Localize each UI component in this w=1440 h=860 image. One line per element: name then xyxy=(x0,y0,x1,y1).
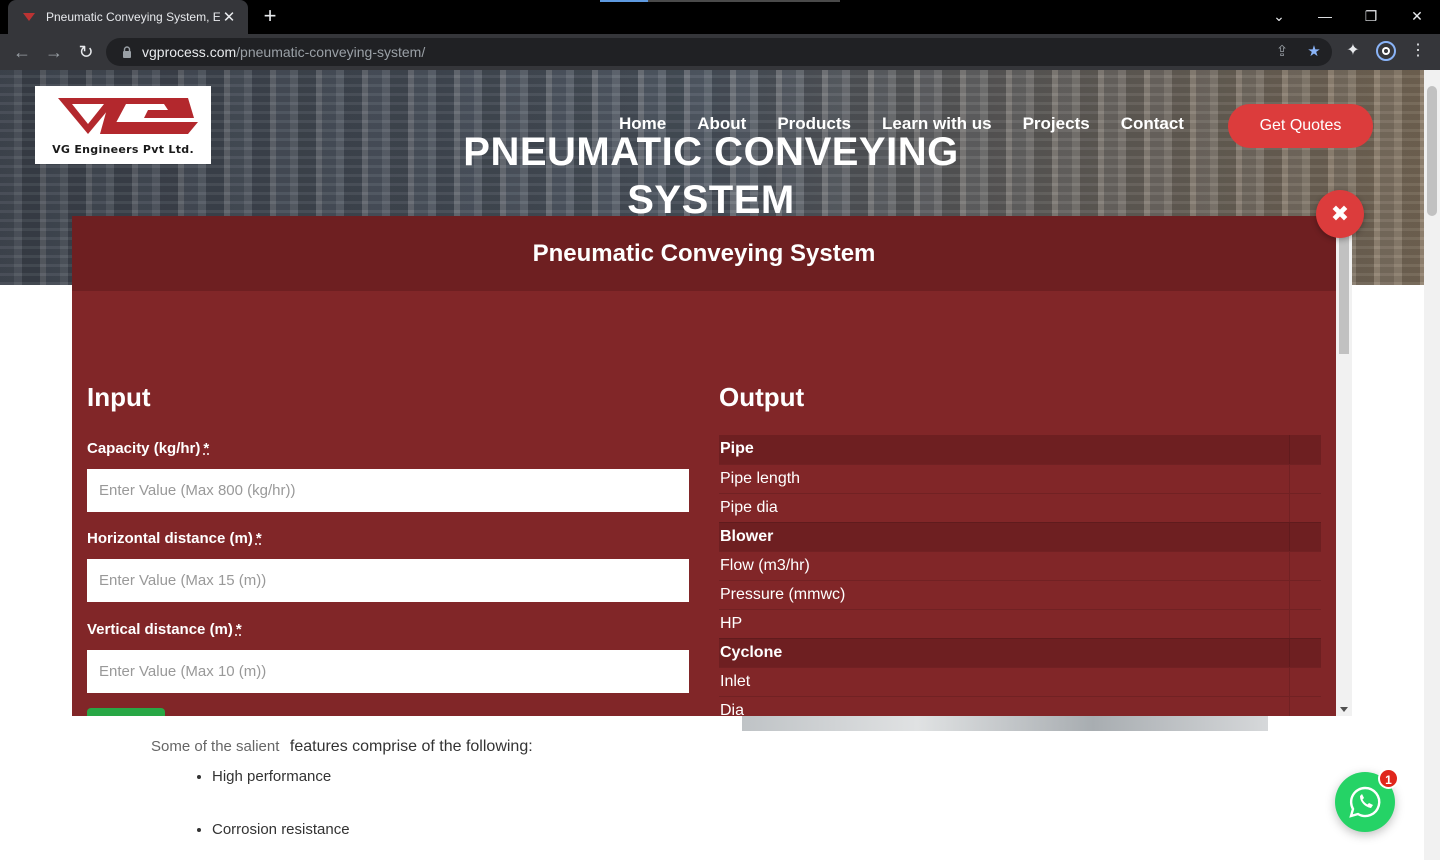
table-row: Flow (m3/hr) xyxy=(719,551,1321,581)
output-label: Inlet xyxy=(719,667,1289,697)
browser-toolbar: ← → ↻ vgprocess.com/pneumatic-conveying-… xyxy=(0,34,1440,70)
input-heading: Input xyxy=(87,382,151,412)
output-value xyxy=(1288,580,1321,610)
tab-search-chevron-icon[interactable]: ⌄ xyxy=(1264,4,1294,28)
modal-header: Pneumatic Conveying System xyxy=(72,216,1336,291)
horizontal-distance-label: Horizontal distance (m) * xyxy=(87,530,262,547)
forward-arrow-icon[interactable]: → xyxy=(42,40,66,64)
capacity-label: Capacity (kg/hr) * xyxy=(87,440,210,457)
extensions-puzzle-icon[interactable]: ✦ xyxy=(1342,40,1364,62)
list-item: Corrosion resistance xyxy=(212,821,350,838)
new-tab-icon[interactable]: + xyxy=(258,4,282,28)
vertical-distance-label: Vertical distance (m) * xyxy=(87,621,242,638)
output-label: HP xyxy=(719,609,1289,639)
site-favicon-icon xyxy=(23,13,35,21)
calculator-modal: Pneumatic Conveying System Input Output … xyxy=(72,216,1352,716)
output-value xyxy=(1288,435,1321,465)
features-intro: Some of the salient features comprise of… xyxy=(151,738,533,756)
capacity-input[interactable] xyxy=(87,469,689,512)
whatsapp-icon xyxy=(1349,786,1381,818)
output-value xyxy=(1288,493,1321,523)
minimize-icon[interactable]: — xyxy=(1310,4,1340,28)
table-row: HP xyxy=(719,609,1321,639)
table-row: Pressure (mmwc) xyxy=(719,580,1321,610)
notification-badge: 1 xyxy=(1378,768,1399,789)
output-value xyxy=(1288,667,1321,697)
browser-tab[interactable]: Pneumatic Conveying System, Eq ✕ xyxy=(8,0,248,34)
logo-text: VG Engineers Pvt Ltd. xyxy=(52,143,194,156)
output-heading: Output xyxy=(719,382,805,412)
browser-tab-bar: Pneumatic Conveying System, Eq ✕ + ⌄ — ❐… xyxy=(0,0,1440,34)
reload-icon[interactable]: ↻ xyxy=(74,40,98,64)
modal-close-button[interactable]: ✖ xyxy=(1316,190,1364,238)
page-scrollbar[interactable] xyxy=(1424,70,1440,860)
page-title: PNEUMATIC CONVEYING SYSTEM xyxy=(463,130,959,222)
modal-scrollbar[interactable] xyxy=(1336,216,1352,716)
intro-text: features comprise of the following: xyxy=(289,738,533,755)
table-row: Pipe length xyxy=(719,464,1321,494)
features-list: High performance Corrosion resistance xyxy=(194,768,350,860)
output-label: Pressure (mmwc) xyxy=(719,580,1289,610)
table-row: Pipe dia xyxy=(719,493,1321,523)
intro-muted-text: Some of the salient xyxy=(151,738,280,755)
output-table: Pipe Pipe length Pipe dia Blower Flow (m3/hr… xyxy=(719,435,1321,716)
web-page: VG Engineers Pvt Ltd. Home About Product… xyxy=(0,70,1424,860)
profile-avatar-icon[interactable] xyxy=(1375,40,1397,62)
output-label: Blower xyxy=(719,522,1289,552)
output-value xyxy=(1288,551,1321,581)
restore-icon[interactable]: ❐ xyxy=(1356,4,1386,28)
window-close-icon[interactable]: ✕ xyxy=(1402,4,1432,28)
list-item: High performance xyxy=(212,768,350,785)
vg-logo-icon xyxy=(58,98,198,134)
calculate-button[interactable] xyxy=(87,708,165,716)
horizontal-distance-input[interactable] xyxy=(87,559,689,602)
tab-close-icon[interactable]: ✕ xyxy=(220,8,238,26)
scroll-down-arrow-icon[interactable] xyxy=(1340,707,1348,712)
output-label: Cyclone xyxy=(719,638,1289,668)
output-value xyxy=(1288,638,1321,668)
page-scrollbar-thumb[interactable] xyxy=(1427,86,1437,216)
output-group-row: Blower xyxy=(719,522,1321,552)
output-group-row: Pipe xyxy=(719,435,1321,465)
output-label: Dia xyxy=(719,696,1289,716)
output-value xyxy=(1288,522,1321,552)
browser-menu-icon[interactable]: ⋮ xyxy=(1407,40,1429,62)
modal-title: Pneumatic Conveying System xyxy=(532,239,876,267)
nav-link-contact[interactable]: Contact xyxy=(1121,114,1184,134)
back-arrow-icon[interactable]: ← xyxy=(10,40,34,64)
bookmark-star-icon[interactable]: ★ xyxy=(1304,42,1324,62)
table-row: Dia xyxy=(719,696,1321,716)
share-icon[interactable]: ⇪ xyxy=(1272,42,1292,62)
output-label: Pipe dia xyxy=(719,493,1289,523)
output-label: Pipe xyxy=(719,435,1289,465)
tab-loading-indicator xyxy=(600,0,840,2)
nav-link-projects[interactable]: Projects xyxy=(1023,114,1090,134)
tab-title: Pneumatic Conveying System, Eq xyxy=(46,10,220,24)
output-value xyxy=(1288,609,1321,639)
output-label: Flow (m3/hr) xyxy=(719,551,1289,581)
output-value xyxy=(1288,464,1321,494)
vertical-distance-input[interactable] xyxy=(87,650,689,693)
output-label: Pipe length xyxy=(719,464,1289,494)
site-logo[interactable]: VG Engineers Pvt Ltd. xyxy=(35,86,211,164)
url-text: vgprocess.com/pneumatic-conveying-system… xyxy=(142,44,426,60)
lock-icon xyxy=(123,46,131,58)
address-bar[interactable]: vgprocess.com/pneumatic-conveying-system… xyxy=(106,38,1332,66)
get-quotes-button[interactable]: Get Quotes xyxy=(1228,104,1373,148)
modal-scrollbar-thumb[interactable] xyxy=(1339,228,1349,354)
output-group-row: Cyclone xyxy=(719,638,1321,668)
table-row: Inlet xyxy=(719,667,1321,697)
output-value xyxy=(1288,696,1321,716)
